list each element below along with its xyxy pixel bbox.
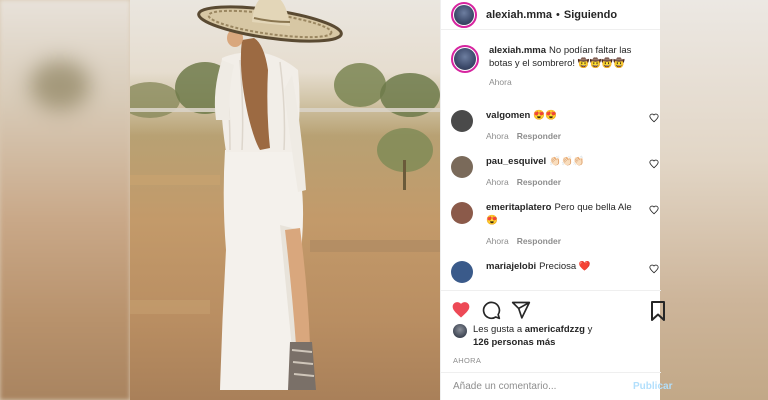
like-heart-icon[interactable] bbox=[451, 300, 471, 320]
follow-status-button[interactable]: Siguiendo bbox=[564, 9, 617, 21]
caption-item: alexiah.mma No podían faltar las botas y … bbox=[441, 44, 661, 89]
comment-username[interactable]: valgomen bbox=[486, 110, 530, 121]
comment-bubble-icon[interactable] bbox=[481, 300, 501, 320]
post-panel: alexiah.mma • Siguiendo alexiah.mma No po… bbox=[440, 0, 672, 400]
comment-input[interactable] bbox=[453, 381, 623, 392]
comment-username[interactable]: emeritaplatero bbox=[486, 202, 551, 213]
post-timestamp[interactable]: AHORA bbox=[453, 356, 481, 365]
comment-item: mariajelobi Preciosa ❤️ bbox=[441, 260, 661, 283]
comment-body: emeritaplatero Pero que bella Ale 😍 Ahora… bbox=[486, 201, 636, 248]
comment-text: Preciosa ❤️ bbox=[539, 261, 591, 272]
comment-time[interactable]: Ahora bbox=[486, 130, 509, 143]
comment-text: 😍😍 bbox=[533, 110, 558, 121]
author-username[interactable]: alexiah.mma bbox=[486, 9, 552, 21]
comment-time[interactable]: Ahora bbox=[486, 176, 509, 189]
separator-dot: • bbox=[556, 8, 560, 21]
likes-summary: Les gusta a americafdzzg y 126 personas … bbox=[453, 323, 653, 349]
author-avatar[interactable] bbox=[451, 1, 477, 28]
reply-button[interactable]: Responder bbox=[517, 130, 561, 143]
comment-username[interactable]: mariajelobi bbox=[486, 261, 536, 272]
comment-text: 👏🏻👏🏻👏🏻 bbox=[549, 156, 585, 167]
caption-username[interactable]: alexiah.mma bbox=[489, 45, 546, 56]
reply-button[interactable]: Responder bbox=[517, 235, 561, 248]
comment-item: emeritaplatero Pero que bella Ale 😍 Ahora… bbox=[441, 201, 661, 248]
caption-time[interactable]: Ahora bbox=[489, 76, 512, 89]
comment-meta: Ahora Responder bbox=[486, 130, 636, 143]
comment-item: valgomen 😍😍 Ahora Responder bbox=[441, 109, 661, 143]
reply-button[interactable]: Responder bbox=[517, 176, 561, 189]
comment-like-heart-icon[interactable] bbox=[649, 264, 659, 274]
liker-username[interactable]: americafdzzg bbox=[525, 324, 585, 335]
likes-prefix: Les gusta a bbox=[473, 324, 525, 335]
save-bookmark-icon[interactable] bbox=[651, 301, 665, 321]
comment-avatar[interactable] bbox=[451, 110, 473, 132]
comment-body: mariajelobi Preciosa ❤️ bbox=[486, 260, 636, 283]
likes-middle: y bbox=[584, 324, 593, 335]
comment-item: pau_esquivel 👏🏻👏🏻👏🏻 Ahora Responder bbox=[441, 155, 661, 189]
comment-username[interactable]: pau_esquivel bbox=[486, 156, 546, 167]
comment-like-heart-icon[interactable] bbox=[649, 159, 659, 169]
comment-avatar[interactable] bbox=[451, 202, 473, 224]
caption-body: alexiah.mma No podían faltar las botas y … bbox=[489, 44, 639, 89]
liker-avatar[interactable] bbox=[453, 324, 467, 338]
add-comment-bar: Publicar bbox=[441, 372, 672, 400]
post-photo bbox=[130, 0, 440, 400]
comment-avatar[interactable] bbox=[451, 156, 473, 178]
comment-body: pau_esquivel 👏🏻👏🏻👏🏻 Ahora Responder bbox=[486, 155, 636, 189]
likes-text: Les gusta a americafdzzg y 126 personas … bbox=[473, 323, 592, 349]
comment-meta: Ahora Responder bbox=[486, 235, 636, 248]
blurred-backdrop-right bbox=[660, 0, 768, 400]
caption-meta: Ahora bbox=[489, 76, 639, 89]
post-header: alexiah.mma • Siguiendo bbox=[441, 0, 660, 30]
comment-like-heart-icon[interactable] bbox=[649, 113, 659, 123]
comment-meta: Ahora Responder bbox=[486, 176, 636, 189]
caption-avatar-image bbox=[454, 48, 476, 70]
author-avatar-image bbox=[454, 4, 474, 25]
share-send-icon[interactable] bbox=[511, 300, 531, 320]
comments-list[interactable]: alexiah.mma No podían faltar las botas y … bbox=[441, 44, 661, 290]
photo-illustration bbox=[130, 0, 440, 390]
comment-avatar[interactable] bbox=[451, 261, 473, 283]
publish-button[interactable]: Publicar bbox=[633, 381, 672, 392]
comment-body: valgomen 😍😍 Ahora Responder bbox=[486, 109, 636, 143]
caption-avatar[interactable] bbox=[451, 45, 479, 73]
comment-like-heart-icon[interactable] bbox=[649, 205, 659, 215]
likes-count[interactable]: 126 personas más bbox=[473, 337, 555, 348]
comment-time[interactable]: Ahora bbox=[486, 235, 509, 248]
blurred-backdrop-left bbox=[0, 0, 130, 400]
